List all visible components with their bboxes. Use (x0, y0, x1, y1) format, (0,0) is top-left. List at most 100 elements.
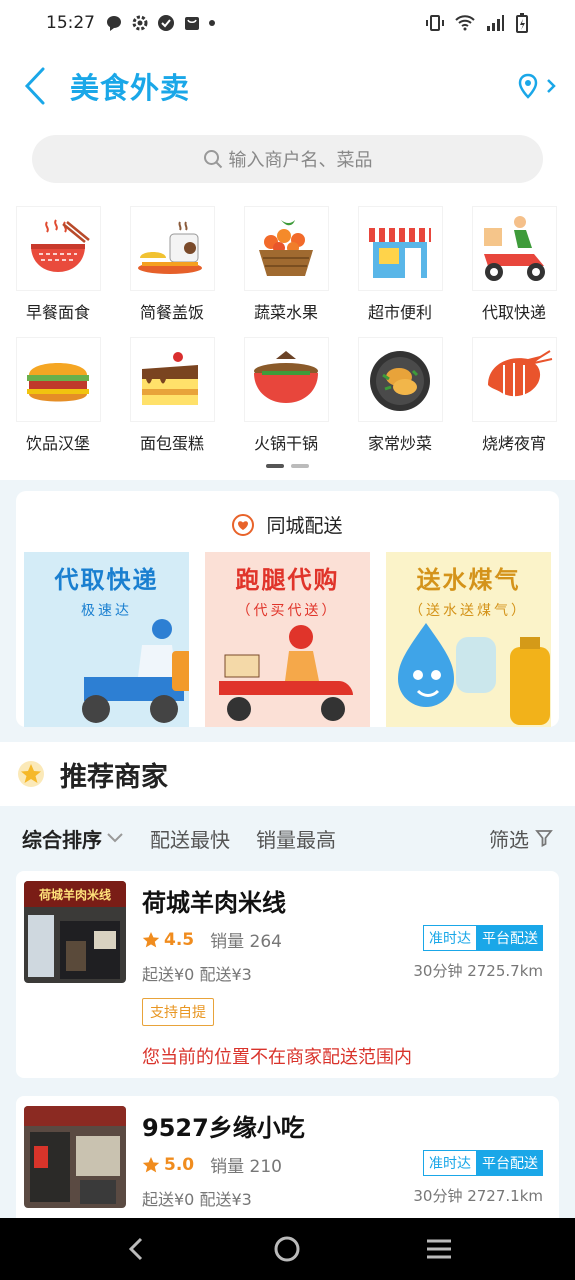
category-item[interactable]: 早餐面食 (3, 206, 113, 323)
chat-icon (107, 16, 121, 31)
banner-title: 跑腿代购 (235, 566, 340, 594)
banner-title: 代取快递 (54, 566, 159, 594)
shop-photo: 荷城羊肉米线 (24, 881, 126, 983)
category-grid: 早餐面食 简餐盖饭 蔬菜水果 超市便利 代取快递 饮品汉堡 面包蛋糕 火锅干锅 … (0, 190, 575, 480)
nav-recents-button[interactable] (409, 1224, 469, 1274)
stir-fry-icon (357, 337, 443, 422)
rice-meal-icon (129, 206, 215, 291)
category-label: 火锅干锅 (253, 434, 318, 453)
city-delivery-card: 同城配送 代取快递 极速达 跑腿代购 （代买代送） 送水煤气 （送水送煤气） (16, 491, 559, 727)
vibrate-icon (426, 15, 444, 31)
battery-charging-icon (516, 13, 528, 33)
star-icon (142, 931, 160, 947)
banner-title: 送水煤气 (416, 566, 521, 594)
category-item[interactable]: 代取快递 (459, 206, 569, 323)
category-item[interactable]: 饮品汉堡 (3, 337, 113, 454)
banner-water-gas[interactable]: 送水煤气 （送水送煤气） (386, 552, 551, 727)
location-button[interactable] (517, 73, 557, 99)
page-title: 美食外卖 (70, 71, 191, 105)
store-icon (357, 206, 443, 291)
fruit-basket-icon (243, 206, 329, 291)
search-section: 输入商户名、菜品 (0, 126, 575, 190)
page-dot (291, 464, 309, 468)
status-bar: 15:27 (0, 0, 575, 46)
hotpot-icon (243, 337, 329, 422)
category-item[interactable]: 面包蛋糕 (117, 337, 227, 454)
pagination-dots (266, 464, 309, 468)
sort-fastest-tab[interactable]: 配送最快 (150, 824, 230, 853)
category-label: 超市便利 (367, 303, 432, 322)
chevron-down-icon (107, 833, 123, 843)
shrimp-icon (471, 337, 557, 422)
delivery-scooter-icon (471, 206, 557, 291)
wifi-icon (455, 15, 475, 31)
sort-top-sales-tab[interactable]: 销量最高 (256, 824, 336, 853)
notification-icons (105, 14, 215, 32)
tag-platform-delivery: 平台配送 (477, 1150, 543, 1176)
water-gas-illustration (398, 623, 550, 725)
tag-on-time: 准时达 (423, 925, 477, 951)
category-label: 饮品汉堡 (25, 434, 90, 453)
shop-tags: 准时达 平台配送 (423, 925, 543, 951)
star-badge-icon (18, 761, 44, 787)
rating-score: 5.0 (164, 1154, 195, 1175)
category-label: 早餐面食 (25, 303, 90, 322)
sort-comprehensive-tab[interactable]: 综合排序 (22, 824, 124, 853)
category-item[interactable]: 烧烤夜宵 (459, 337, 569, 454)
tag-platform-delivery: 平台配送 (477, 925, 543, 951)
search-placeholder: 输入商户名、菜品 (228, 150, 373, 171)
category-item[interactable]: 简餐盖饭 (117, 206, 227, 323)
back-button[interactable] (0, 46, 70, 126)
shop-card[interactable]: 9527乡缘小吃 5.0 销量 210 起送¥0 配送¥3 准时达 平台配送 3… (16, 1096, 559, 1226)
banner-express-pickup[interactable]: 代取快递 极速达 (24, 552, 189, 727)
sort-comprehensive-label: 综合排序 (22, 827, 102, 852)
check-circle-icon (158, 15, 174, 31)
status-time: 15:27 (46, 13, 95, 33)
heart-badge-icon (232, 513, 255, 536)
shop-sign-text: 荷城羊肉米线 (38, 887, 111, 902)
more-notifications-icon (209, 20, 215, 26)
back-arrow-icon (128, 1237, 142, 1261)
filter-funnel-icon (535, 830, 553, 847)
category-item[interactable]: 超市便利 (345, 206, 455, 323)
shop-photo (24, 1106, 126, 1208)
rating-score: 4.5 (164, 929, 195, 950)
courier-scooter-illustration (82, 619, 189, 723)
sales-count: 销量 264 (210, 932, 282, 952)
shop-eta-distance: 30分钟 2725.7km (413, 962, 543, 980)
category-item[interactable]: 火锅干锅 (231, 337, 341, 454)
pickup-badge: 支持自提 (142, 998, 214, 1026)
shop-rating: 5.0 销量 210 (142, 1152, 282, 1177)
category-label: 烧烤夜宵 (481, 434, 546, 453)
search-input[interactable]: 输入商户名、菜品 (32, 135, 543, 183)
shop-rating: 4.5 销量 264 (142, 927, 282, 952)
banner-errand[interactable]: 跑腿代购 （代买代送） (205, 552, 370, 727)
shop-name: 9527乡缘小吃 (142, 1114, 305, 1142)
chevron-left-icon (24, 67, 45, 105)
tag-on-time: 准时达 (423, 1150, 477, 1176)
home-circle-icon (274, 1236, 300, 1262)
shop-fees: 起送¥0 配送¥3 (142, 1190, 252, 1209)
city-delivery-header: 同城配送 (16, 511, 559, 538)
menu-lines-icon (427, 1239, 452, 1259)
shop-fees: 起送¥0 配送¥3 (142, 965, 252, 984)
burger-icon (15, 337, 101, 422)
category-item[interactable]: 家常炒菜 (345, 337, 455, 454)
app-header: 美食外卖 (0, 46, 575, 126)
shop-tags: 准时达 平台配送 (423, 1150, 543, 1176)
bag-icon (185, 17, 199, 30)
sales-count: 销量 210 (210, 1157, 282, 1177)
category-item[interactable]: 蔬菜水果 (231, 206, 341, 323)
filter-button[interactable]: 筛选 (489, 824, 553, 853)
category-label: 代取快递 (481, 303, 546, 322)
cake-icon (129, 337, 215, 422)
city-delivery-title: 同城配送 (266, 515, 343, 537)
nav-back-button[interactable] (106, 1224, 166, 1274)
chevron-right-icon (547, 79, 556, 93)
system-nav-bar (0, 1218, 575, 1280)
recommended-header: 推荐商家 (0, 742, 575, 806)
location-pin-icon (518, 73, 538, 99)
recommended-title: 推荐商家 (60, 761, 168, 793)
nav-home-button[interactable] (257, 1224, 317, 1274)
shop-card[interactable]: 荷城羊肉米线 荷城羊肉米线 4.5 销量 264 起送¥0 配送¥3 准时达 平… (16, 871, 559, 1078)
